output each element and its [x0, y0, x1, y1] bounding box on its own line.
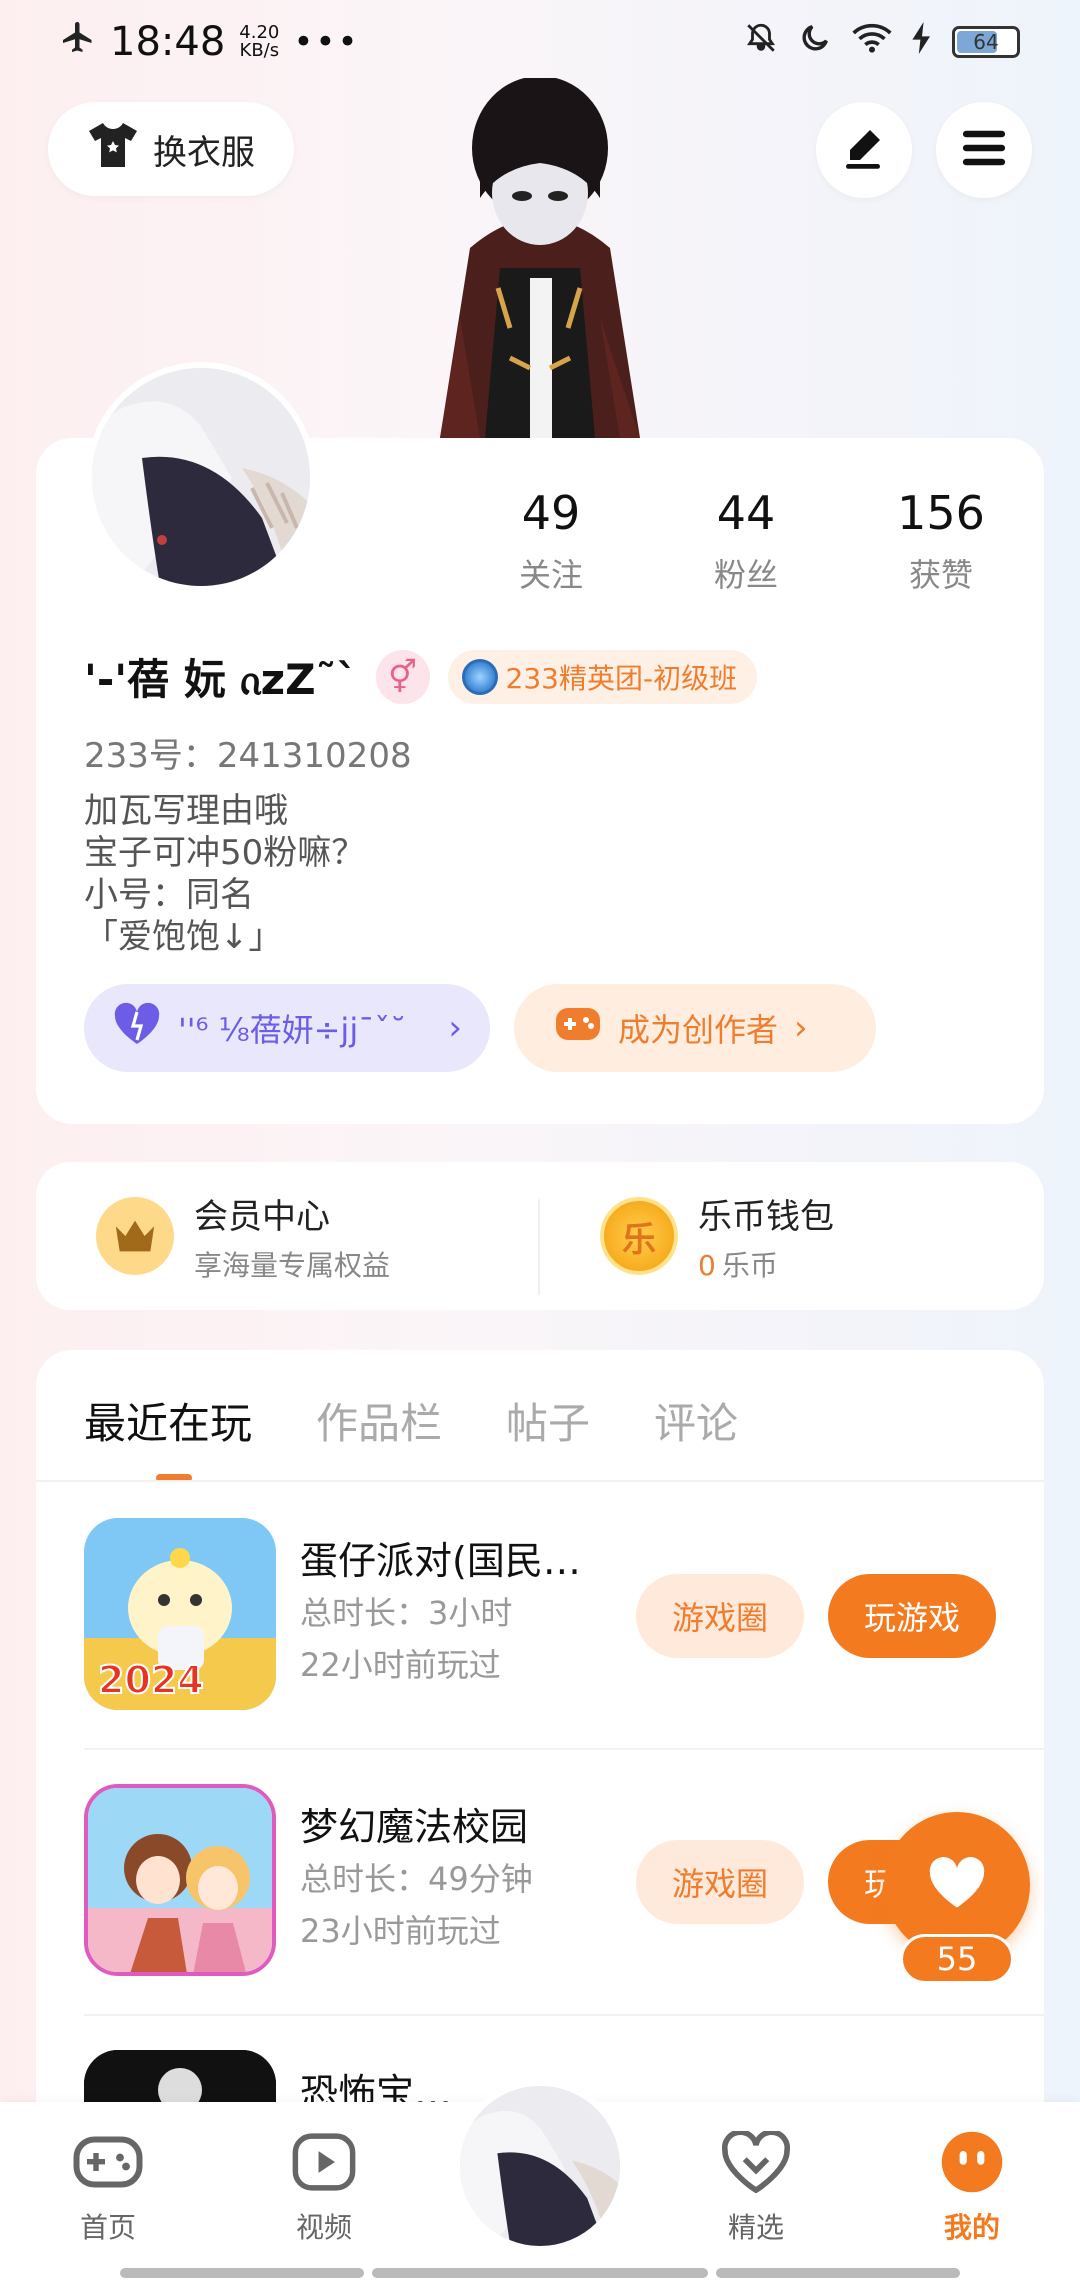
- nav-video-label: 视频: [295, 2211, 352, 2244]
- gamepad-icon: [72, 2132, 144, 2199]
- stat-following[interactable]: 49 关注: [476, 486, 626, 596]
- user-id[interactable]: 233号：241310208: [84, 728, 412, 777]
- nickname-row: '-'蓓 妧 ᦵzZ˜` ⚥ 233精英团-初级班: [84, 646, 758, 708]
- system-bar-segment: [716, 2268, 960, 2278]
- wallet-title: 乐币钱包: [698, 1196, 834, 1237]
- nav-home-label: 首页: [79, 2211, 136, 2244]
- chevron-right-icon: ›: [448, 1008, 462, 1048]
- tab-comments[interactable]: 评论: [654, 1390, 738, 1451]
- likes-label: 获赞: [908, 556, 973, 594]
- gamepad-icon: [554, 1003, 602, 1053]
- stat-likes[interactable]: 156 获赞: [866, 486, 1016, 596]
- stat-fans[interactable]: 44 粉丝: [671, 486, 821, 596]
- tab-works[interactable]: 作品栏: [316, 1390, 442, 1451]
- wifi-icon: [852, 21, 892, 64]
- nav-mine-label: 我的: [943, 2211, 1000, 2244]
- fans-label: 粉丝: [713, 556, 778, 594]
- game-last-played: 23小时前玩过: [300, 1912, 501, 1950]
- battery-icon: 64: [952, 26, 1020, 58]
- face-icon: [939, 2129, 1005, 2202]
- fan-group-button[interactable]: ''⁶ ⅛蓓妍÷jj¯ˇ˘ ›: [84, 984, 490, 1072]
- nickname: '-'蓓 妧 ᦵzZ˜`: [84, 655, 358, 704]
- game-name: 梦幻魔法校园: [300, 1805, 529, 1849]
- wallet-entry[interactable]: 乐 乐币钱包 0 乐币: [540, 1189, 1044, 1284]
- clock: 18:48: [110, 19, 226, 65]
- bio-line: 加瓦写理由哦: [84, 791, 288, 831]
- more-status-icon: •••: [293, 22, 360, 62]
- tab-recent-play[interactable]: 最近在玩: [84, 1390, 252, 1451]
- wallet-amount: 0: [698, 1248, 716, 1282]
- fan-group-label: ''⁶ ⅛蓓妍÷jj¯ˇ˘: [178, 1011, 407, 1049]
- become-creator-label: 成为创作者: [618, 1011, 779, 1049]
- profile-tabs: 最近在玩 作品栏 帖子 评论: [84, 1390, 738, 1451]
- stats-row: 49 关注 44 粉丝 156 获赞: [476, 486, 1016, 596]
- member-center-entry[interactable]: 会员中心 享海量专属权益: [36, 1189, 540, 1295]
- video-play-icon: [290, 2132, 358, 2199]
- bio-line: 小号：同名: [84, 875, 254, 915]
- net-speed: 4.20 KB/s: [239, 22, 280, 61]
- coin-icon: 乐: [600, 1197, 678, 1275]
- nav-featured-label: 精选: [727, 2211, 784, 2244]
- bio-line: 宝子可冲50粉嘛？: [84, 833, 366, 873]
- heart-icon: [112, 1002, 162, 1054]
- game-name: 蛋仔派对(国民…: [300, 1539, 581, 1583]
- game-circle-button[interactable]: 游戏圈: [636, 1840, 804, 1924]
- game-icon[interactable]: 2024: [84, 1518, 276, 1710]
- charging-icon: [912, 21, 932, 63]
- gem-icon: [461, 659, 498, 695]
- nav-video[interactable]: 视频: [254, 2130, 394, 2246]
- group-badge-label: 233精英团-初级班: [505, 662, 738, 695]
- avatar-character-figure[interactable]: [380, 76, 700, 438]
- pen-icon: [840, 124, 888, 176]
- tab-posts[interactable]: 帖子: [506, 1390, 590, 1451]
- wallet-unit: 乐币: [721, 1248, 778, 1282]
- game-icon-year: 2024: [97, 1657, 205, 1703]
- nav-center-avatar[interactable]: [454, 2080, 626, 2252]
- game-circle-button[interactable]: 游戏圈: [636, 1574, 804, 1658]
- member-wallet-card: 会员中心 享海量专属权益 乐 乐币钱包 0 乐币: [36, 1162, 1044, 1310]
- heart-icon: [927, 1856, 987, 1914]
- member-center-title: 会员中心: [194, 1196, 330, 1237]
- heart-gem-icon: [721, 2128, 791, 2200]
- bio-line: 「爱饱饱↓」: [84, 917, 283, 957]
- play-game-button[interactable]: 玩游戏: [828, 1574, 996, 1658]
- airplane-icon: [60, 19, 96, 65]
- gender-icon: ⚥: [375, 650, 430, 704]
- following-label: 关注: [518, 556, 583, 594]
- divider: [36, 1480, 1044, 1482]
- avatar[interactable]: [86, 362, 316, 592]
- bio: 加瓦写理由哦 宝子可冲50粉嘛？ 小号：同名 「爱饱饱↓」: [84, 790, 365, 958]
- become-creator-button[interactable]: 成为创作者 ›: [514, 984, 876, 1072]
- chevron-right-icon: ›: [794, 1008, 808, 1048]
- game-icon[interactable]: [84, 1784, 276, 1976]
- nav-featured[interactable]: 精选: [686, 2128, 826, 2246]
- edit-profile-button[interactable]: [816, 102, 912, 198]
- activity-card: 最近在玩 作品栏 帖子 评论 2024 蛋仔派对(国民… 总时长：3小时 22小…: [36, 1350, 1044, 2150]
- fans-count: 44: [716, 486, 776, 540]
- game-duration: 总时长：3小时: [300, 1594, 513, 1632]
- wardrobe-button[interactable]: 换衣服: [48, 102, 294, 196]
- following-count: 49: [521, 486, 581, 540]
- menu-button[interactable]: [936, 102, 1032, 198]
- moon-icon: [798, 21, 832, 64]
- game-last-played: 22小时前玩过: [300, 1646, 501, 1684]
- system-bar-segment: [120, 2268, 364, 2278]
- crown-icon: [96, 1197, 174, 1275]
- nav-home[interactable]: 首页: [38, 2130, 178, 2246]
- list-item[interactable]: 2024 蛋仔派对(国民… 总时长：3小时 22小时前玩过 游戏圈 玩游戏: [84, 1484, 1044, 1750]
- group-badge[interactable]: 233精英团-初级班: [447, 650, 758, 704]
- likes-count: 156: [897, 486, 985, 540]
- game-duration: 总时长：49分钟: [300, 1860, 533, 1898]
- status-bar: 18:48 4.20 KB/s ••• 64: [0, 0, 1080, 84]
- nav-mine[interactable]: 我的: [902, 2130, 1042, 2246]
- system-bar-segment: [372, 2268, 708, 2278]
- mute-bell-icon: [744, 21, 778, 64]
- shirt-icon: [87, 121, 139, 178]
- wardrobe-label: 换衣服: [153, 132, 255, 173]
- hamburger-icon: [961, 128, 1007, 172]
- member-center-subtitle: 享海量专属权益: [194, 1248, 391, 1282]
- like-count-badge: 55: [900, 1934, 1014, 1984]
